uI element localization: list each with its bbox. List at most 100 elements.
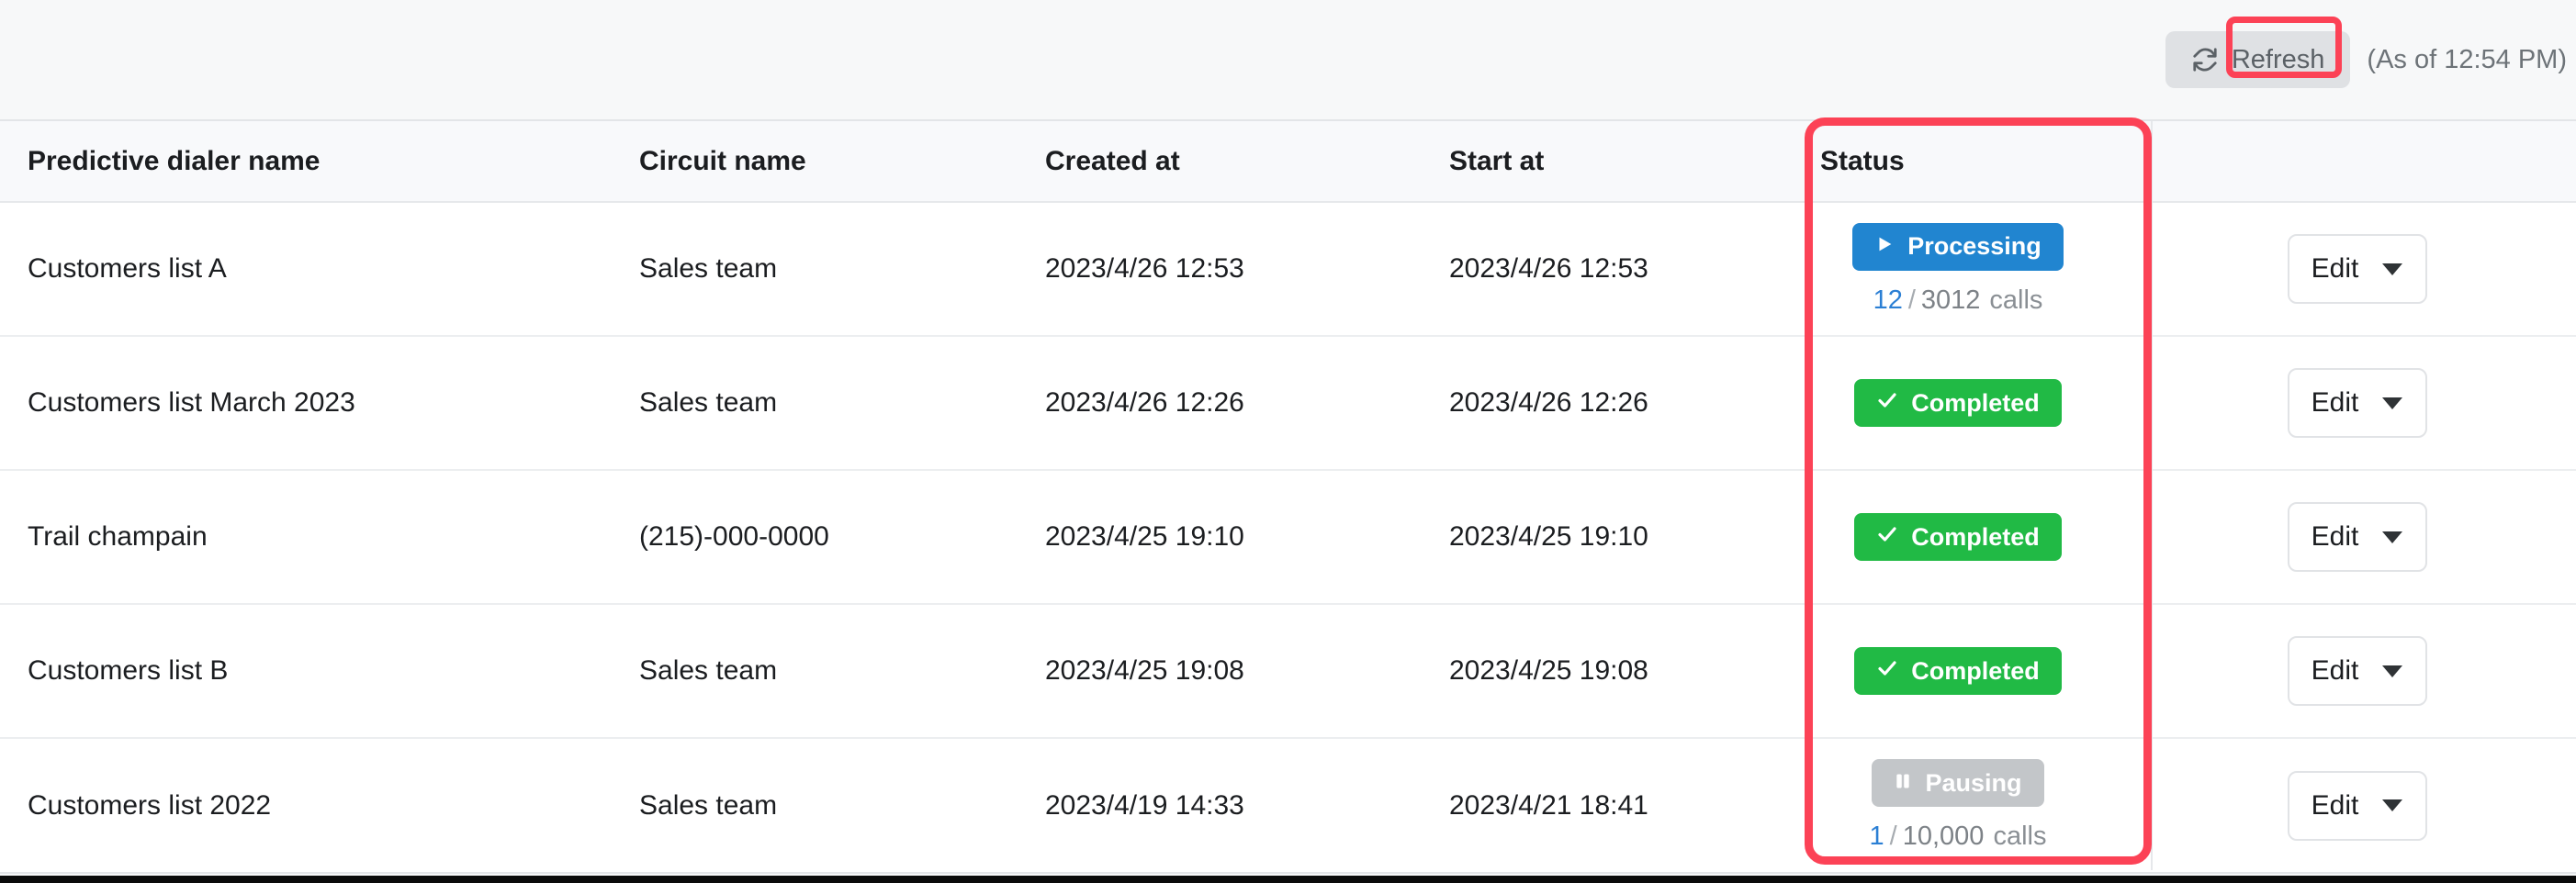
page-root: Refresh (As of 12:54 PM) Predictive dial… — [0, 0, 2576, 883]
edit-button[interactable]: Edit — [2288, 502, 2427, 572]
status-wrapper: Completed — [1820, 379, 2096, 427]
column-header-status: Status — [1787, 121, 2138, 202]
cell-actions: Edit — [2138, 604, 2576, 738]
actions-column-divider — [2151, 121, 2153, 870]
status-badge-label: Completed — [1911, 389, 2040, 418]
cell-start-at: 2023/4/25 19:10 — [1436, 470, 1787, 604]
status-badge-label: Pausing — [1925, 769, 2021, 798]
pause-icon — [1894, 769, 1912, 798]
actions-wrapper: Edit — [2138, 234, 2576, 304]
table-row: Customers list 2022Sales team2023/4/19 1… — [0, 738, 2576, 872]
as-of-timestamp: (As of 12:54 PM) — [2367, 45, 2567, 75]
chevron-down-icon[interactable] — [2382, 799, 2402, 811]
cell-created-at: 2023/4/26 12:26 — [1032, 336, 1436, 470]
column-header-name: Predictive dialer name — [0, 121, 634, 202]
cell-status: Completed — [1787, 336, 2138, 470]
table-row: Customers list ASales team2023/4/26 12:5… — [0, 202, 2576, 336]
status-wrapper: Pausing 1/10,000 calls — [1820, 759, 2096, 852]
chevron-down-icon[interactable] — [2382, 263, 2402, 275]
table-header-row: Predictive dialer name Circuit name Crea… — [0, 121, 2576, 202]
cell-start-at: 2023/4/25 19:08 — [1436, 604, 1787, 738]
column-header-actions — [2138, 121, 2576, 202]
cell-start-at: 2023/4/26 12:53 — [1436, 202, 1787, 336]
refresh-button[interactable]: Refresh — [2165, 31, 2351, 88]
edit-button-label: Edit — [2312, 521, 2359, 553]
cell-created-at: 2023/4/25 19:10 — [1032, 470, 1436, 604]
check-icon — [1876, 389, 1898, 418]
edit-button-label: Edit — [2312, 790, 2359, 822]
table-row: Customers list BSales team2023/4/25 19:0… — [0, 604, 2576, 738]
refresh-icon — [2191, 46, 2219, 73]
cell-actions: Edit — [2138, 336, 2576, 470]
bottom-edge-strip — [0, 876, 2576, 883]
status-badge: Processing — [1852, 223, 2064, 271]
calls-progress: 1/10,000 calls — [1870, 822, 2047, 852]
status-badge-label: Completed — [1911, 523, 2040, 552]
predictive-dialer-table: Predictive dialer name Circuit name Crea… — [0, 121, 2576, 872]
edit-button-label: Edit — [2312, 253, 2359, 285]
actions-wrapper: Edit — [2138, 502, 2576, 572]
cell-dialer-name: Customers list March 2023 — [0, 336, 634, 470]
column-header-start: Start at — [1436, 121, 1787, 202]
edit-button-label: Edit — [2312, 387, 2359, 419]
cell-circuit-name: Sales team — [634, 202, 1032, 336]
calls-total: 10,000 — [1903, 822, 1985, 851]
status-badge-label: Completed — [1911, 657, 2040, 686]
calls-done: 1 — [1870, 822, 1884, 851]
calls-unit: calls — [1993, 822, 2046, 851]
chevron-down-icon[interactable] — [2382, 531, 2402, 543]
chevron-down-icon[interactable] — [2382, 665, 2402, 677]
actions-wrapper: Edit — [2138, 771, 2576, 841]
status-badge: Completed — [1854, 513, 2062, 561]
cell-dialer-name: Customers list 2022 — [0, 738, 634, 872]
table-body: Customers list ASales team2023/4/26 12:5… — [0, 202, 2576, 872]
cell-dialer-name: Trail champain — [0, 470, 634, 604]
edit-button-label: Edit — [2312, 655, 2359, 687]
edit-button[interactable]: Edit — [2288, 368, 2427, 438]
edit-button[interactable]: Edit — [2288, 234, 2427, 304]
cell-actions: Edit — [2138, 470, 2576, 604]
actions-wrapper: Edit — [2138, 636, 2576, 706]
cell-created-at: 2023/4/19 14:33 — [1032, 738, 1436, 872]
column-header-circuit: Circuit name — [634, 121, 1032, 202]
cell-status: Processing12/3012 calls — [1787, 202, 2138, 336]
calls-separator: / — [1908, 285, 1916, 315]
calls-done: 12 — [1873, 285, 1903, 315]
calls-separator: / — [1890, 822, 1897, 851]
cell-dialer-name: Customers list B — [0, 604, 634, 738]
edit-button[interactable]: Edit — [2288, 771, 2427, 841]
dialer-table-card: Predictive dialer name Circuit name Crea… — [0, 119, 2576, 874]
cell-circuit-name: Sales team — [634, 604, 1032, 738]
cell-start-at: 2023/4/21 18:41 — [1436, 738, 1787, 872]
check-icon — [1876, 523, 1898, 552]
cell-created-at: 2023/4/25 19:08 — [1032, 604, 1436, 738]
cell-start-at: 2023/4/26 12:26 — [1436, 336, 1787, 470]
status-wrapper: Completed — [1820, 513, 2096, 561]
chevron-down-icon[interactable] — [2382, 397, 2402, 409]
cell-status: Completed — [1787, 470, 2138, 604]
status-badge-label: Processing — [1907, 232, 2042, 261]
cell-created-at: 2023/4/26 12:53 — [1032, 202, 1436, 336]
cell-status: Completed — [1787, 604, 2138, 738]
status-badge: Completed — [1854, 379, 2062, 427]
cell-circuit-name: (215)-000-0000 — [634, 470, 1032, 604]
status-badge: Pausing — [1872, 759, 2043, 807]
table-row: Customers list March 2023Sales team2023/… — [0, 336, 2576, 470]
cell-circuit-name: Sales team — [634, 738, 1032, 872]
cell-circuit-name: Sales team — [634, 336, 1032, 470]
refresh-label: Refresh — [2232, 45, 2325, 75]
status-badge: Completed — [1854, 647, 2062, 695]
edit-button[interactable]: Edit — [2288, 636, 2427, 706]
calls-total: 3012 — [1921, 285, 1981, 315]
cell-actions: Edit — [2138, 738, 2576, 872]
table-head: Predictive dialer name Circuit name Crea… — [0, 121, 2576, 202]
cell-dialer-name: Customers list A — [0, 202, 634, 336]
cell-actions: Edit — [2138, 202, 2576, 336]
play-icon — [1874, 232, 1895, 261]
calls-unit: calls — [1989, 285, 2042, 315]
toolbar: Refresh (As of 12:54 PM) — [0, 0, 2576, 119]
calls-progress: 12/3012 calls — [1873, 285, 2043, 316]
column-header-created: Created at — [1032, 121, 1436, 202]
status-wrapper: Completed — [1820, 647, 2096, 695]
actions-wrapper: Edit — [2138, 368, 2576, 438]
